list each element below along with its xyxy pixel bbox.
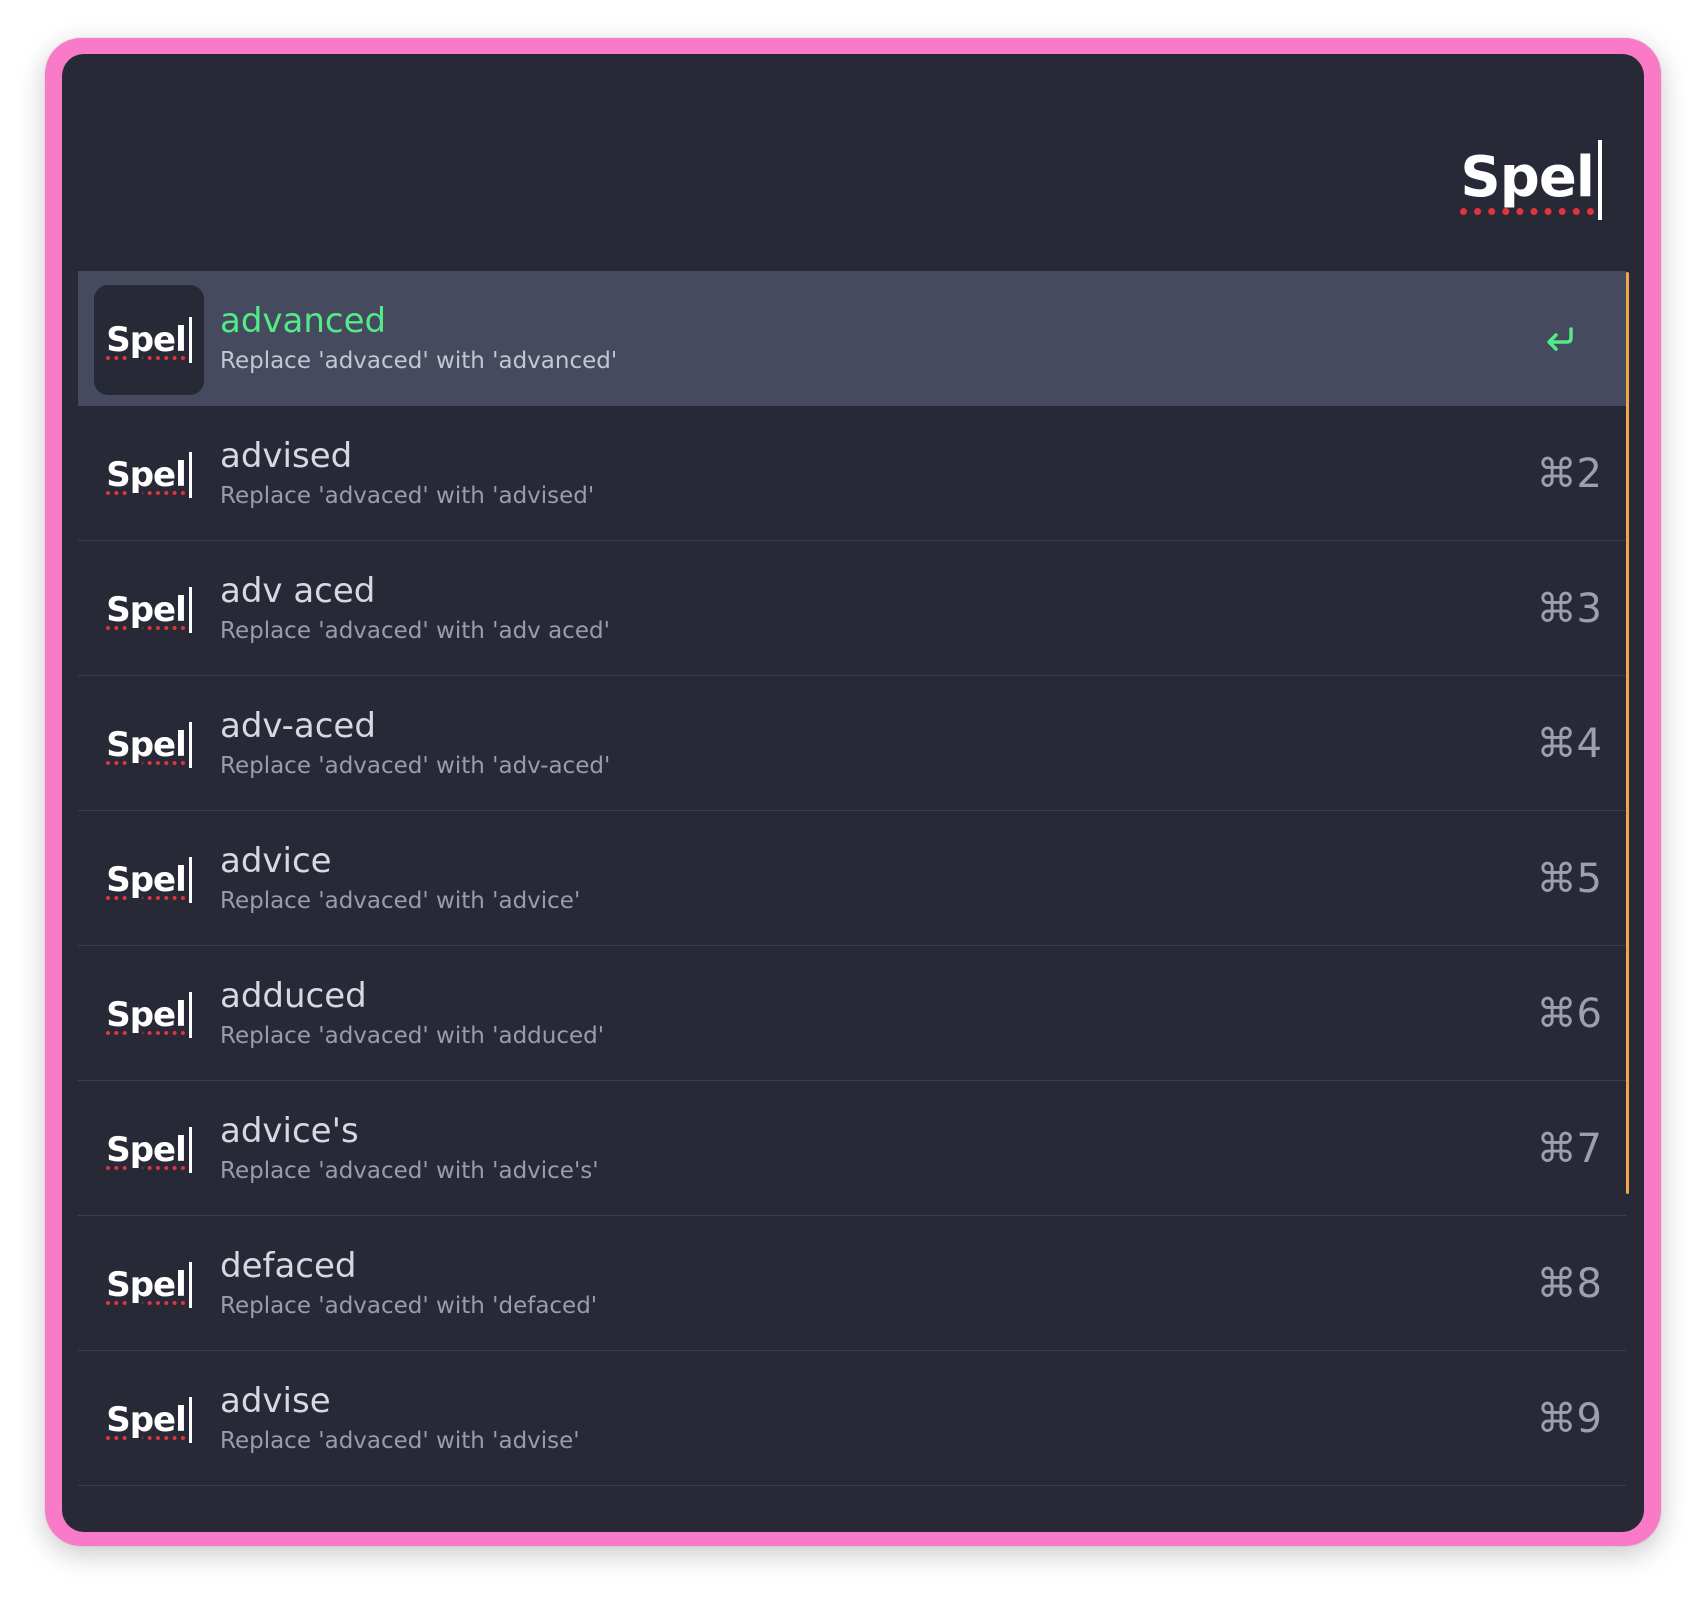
text-caret: [1598, 140, 1602, 220]
result-row[interactable]: Spel advanced Replace 'advaced' with 'ad…: [78, 271, 1626, 406]
result-title: advice's: [220, 1111, 359, 1151]
result-title: advice: [220, 841, 332, 881]
launcher-window: Spel Spel advanced Replace 'advaced' wit…: [62, 54, 1644, 1532]
result-subtitle: Replace 'advaced' with 'advice': [220, 888, 581, 914]
spell-icon: Spel: [94, 1230, 204, 1340]
spell-icon: Spel: [94, 555, 204, 665]
result-row[interactable]: Spel advised Replace 'advaced' with 'adv…: [78, 406, 1626, 541]
result-row[interactable]: Spel advice's Replace 'advaced' with 'ad…: [78, 1081, 1626, 1216]
spell-icon: Spel: [94, 960, 204, 1070]
shortcut-hint: ⌘5: [1536, 856, 1602, 902]
result-subtitle: Replace 'advaced' with 'advise': [220, 1428, 580, 1454]
result-row[interactable]: Spel defaced Replace 'advaced' with 'def…: [78, 1216, 1626, 1351]
spell-icon: Spel: [94, 420, 204, 530]
return-icon: [1547, 327, 1573, 351]
search-query[interactable]: Spel: [1460, 136, 1602, 236]
result-title: adv aced: [220, 571, 376, 611]
result-row[interactable]: Spel advice Replace 'advaced' with 'advi…: [78, 811, 1626, 946]
result-row[interactable]: Spel advise Replace 'advaced' with 'advi…: [78, 1351, 1626, 1486]
result-title: adv-aced: [220, 706, 376, 746]
result-title: advise: [220, 1381, 331, 1421]
result-row[interactable]: Spel adv aced Replace 'advaced' with 'ad…: [78, 541, 1626, 676]
result-subtitle: Replace 'advaced' with 'adv aced': [220, 618, 610, 644]
result-subtitle: Replace 'advaced' with 'advanced': [220, 348, 618, 374]
shortcut-hint: ⌘6: [1536, 991, 1602, 1037]
spell-icon: Spel: [94, 1365, 204, 1475]
result-subtitle: Replace 'advaced' with 'advised': [220, 483, 595, 509]
result-subtitle: Replace 'advaced' with 'defaced': [220, 1293, 598, 1319]
shortcut-hint: ⌘4: [1536, 721, 1602, 767]
spell-icon: Spel: [94, 690, 204, 800]
window-frame: Spel Spel advanced Replace 'advaced' wit…: [45, 38, 1661, 1546]
result-title: adduced: [220, 976, 367, 1016]
shortcut-hint: ⌘3: [1536, 586, 1602, 632]
shortcut-hint: ⌘9: [1536, 1396, 1602, 1442]
result-subtitle: Replace 'advaced' with 'adduced': [220, 1023, 605, 1049]
shortcut-hint: ⌘8: [1536, 1261, 1602, 1307]
scrollbar[interactable]: [1626, 272, 1629, 1194]
result-row[interactable]: Spel adv-aced Replace 'advaced' with 'ad…: [78, 676, 1626, 811]
result-title: advanced: [220, 301, 387, 341]
spell-icon: Spel: [94, 285, 204, 395]
spell-icon: Spel: [94, 1095, 204, 1205]
shortcut-hint: ⌘2: [1536, 451, 1602, 497]
shortcut-hint: ⌘7: [1536, 1126, 1602, 1172]
result-title: defaced: [220, 1246, 357, 1286]
spell-icon: Spel: [94, 825, 204, 935]
result-subtitle: Replace 'advaced' with 'adv-aced': [220, 753, 611, 779]
results-list: Spel advanced Replace 'advaced' with 'ad…: [78, 271, 1626, 1486]
result-title: advised: [220, 436, 353, 476]
result-subtitle: Replace 'advaced' with 'advice's': [220, 1158, 599, 1184]
result-row[interactable]: Spel adduced Replace 'advaced' with 'add…: [78, 946, 1626, 1081]
query-text[interactable]: Spel: [1460, 136, 1595, 220]
